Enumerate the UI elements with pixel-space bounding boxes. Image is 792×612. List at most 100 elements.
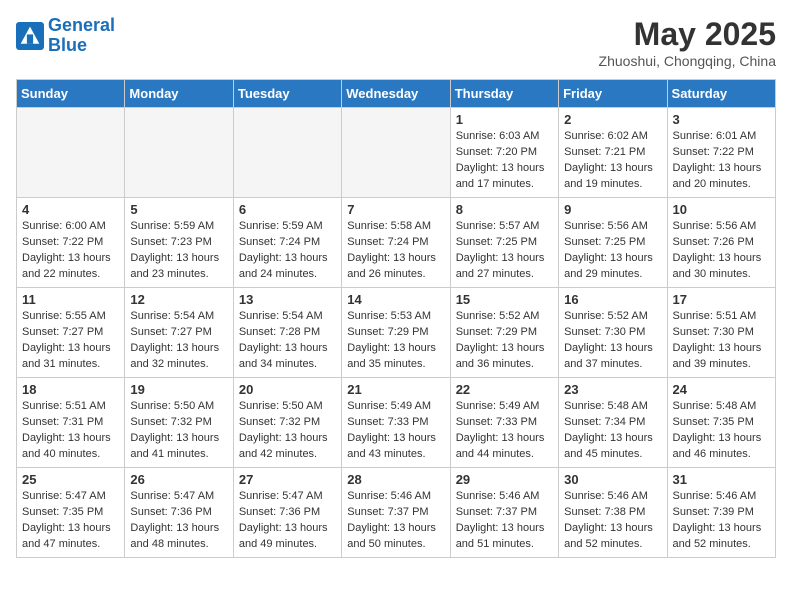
calendar-cell: 21 Sunrise: 5:49 AMSunset: 7:33 PMDayligh…: [342, 378, 450, 468]
day-info: Sunrise: 5:48 AMSunset: 7:35 PMDaylight:…: [673, 399, 770, 463]
logo-blue: Blue: [48, 36, 115, 56]
calendar-cell: 31Sunrise: 5:46 AMSunset: 7:39 PMDayligh…: [667, 468, 775, 558]
day-info: Sunrise: 5:52 AMSunset: 7:30 PMDaylight:…: [564, 309, 661, 373]
day-info: Sunrise: 5:53 AMSunset: 7:29 PMDaylight:…: [347, 309, 444, 373]
day-number: 10: [673, 202, 770, 217]
calendar-cell: [233, 108, 341, 198]
day-number: 20: [239, 382, 336, 397]
month-title: May 2025: [599, 16, 776, 53]
day-info: Sunrise: 5:51 AMSunset: 7:30 PMDaylight:…: [673, 309, 770, 373]
week-row-2: 4 Sunrise: 6:00 AMSunset: 7:22 PMDaylight…: [17, 198, 776, 288]
calendar-cell: 15Sunrise: 5:52 AMSunset: 7:29 PMDayligh…: [450, 288, 558, 378]
calendar-cell: 6 Sunrise: 5:59 AMSunset: 7:24 PMDaylight…: [233, 198, 341, 288]
day-number: 7: [347, 202, 444, 217]
location: Zhuoshui, Chongqing, China: [599, 53, 776, 69]
calendar-cell: 30 Sunrise: 5:46 AMSunset: 7:38 PMDayligh…: [559, 468, 667, 558]
day-info: Sunrise: 6:00 AMSunset: 7:22 PMDaylight:…: [22, 219, 119, 283]
day-number: 11: [22, 292, 119, 307]
day-number: 2: [564, 112, 661, 127]
calendar-cell: 11Sunrise: 5:55 AMSunset: 7:27 PMDayligh…: [17, 288, 125, 378]
day-info: Sunrise: 5:47 AMSunset: 7:35 PMDaylight:…: [22, 489, 119, 553]
calendar-cell: 18 Sunrise: 5:51 AMSunset: 7:31 PMDayligh…: [17, 378, 125, 468]
day-number: 4: [22, 202, 119, 217]
logo-icon: [16, 22, 44, 50]
day-info: Sunrise: 5:59 AMSunset: 7:24 PMDaylight:…: [239, 219, 336, 283]
day-info: Sunrise: 6:03 AMSunset: 7:20 PMDaylight:…: [456, 129, 553, 193]
calendar-cell: 28Sunrise: 5:46 AMSunset: 7:37 PMDayligh…: [342, 468, 450, 558]
logo-text: General Blue: [48, 16, 115, 56]
calendar-cell: 29Sunrise: 5:46 AMSunset: 7:37 PMDayligh…: [450, 468, 558, 558]
calendar-table: SundayMondayTuesdayWednesdayThursdayFrid…: [16, 79, 776, 558]
calendar-cell: 27 Sunrise: 5:47 AMSunset: 7:36 PMDayligh…: [233, 468, 341, 558]
week-row-1: 1Sunrise: 6:03 AMSunset: 7:20 PMDaylight…: [17, 108, 776, 198]
day-info: Sunrise: 5:47 AMSunset: 7:36 PMDaylight:…: [130, 489, 227, 553]
day-info: Sunrise: 6:02 AMSunset: 7:21 PMDaylight:…: [564, 129, 661, 193]
calendar-cell: 14 Sunrise: 5:53 AMSunset: 7:29 PMDayligh…: [342, 288, 450, 378]
logo: General Blue: [16, 16, 115, 56]
weekday-header-friday: Friday: [559, 80, 667, 108]
calendar-cell: 20 Sunrise: 5:50 AMSunset: 7:32 PMDayligh…: [233, 378, 341, 468]
day-info: Sunrise: 5:59 AMSunset: 7:23 PMDaylight:…: [130, 219, 227, 283]
calendar-cell: 19Sunrise: 5:50 AMSunset: 7:32 PMDayligh…: [125, 378, 233, 468]
day-info: Sunrise: 5:57 AMSunset: 7:25 PMDaylight:…: [456, 219, 553, 283]
weekday-header-monday: Monday: [125, 80, 233, 108]
day-number: 18: [22, 382, 119, 397]
day-number: 26: [130, 472, 227, 487]
calendar-cell: 24 Sunrise: 5:48 AMSunset: 7:35 PMDayligh…: [667, 378, 775, 468]
day-number: 24: [673, 382, 770, 397]
calendar-cell: 26 Sunrise: 5:47 AMSunset: 7:36 PMDayligh…: [125, 468, 233, 558]
weekday-header-saturday: Saturday: [667, 80, 775, 108]
day-info: Sunrise: 5:50 AMSunset: 7:32 PMDaylight:…: [130, 399, 227, 463]
day-number: 3: [673, 112, 770, 127]
day-number: 12: [130, 292, 227, 307]
day-info: Sunrise: 5:49 AMSunset: 7:33 PMDaylight:…: [456, 399, 553, 463]
calendar-cell: 3Sunrise: 6:01 AMSunset: 7:22 PMDaylight…: [667, 108, 775, 198]
day-number: 27: [239, 472, 336, 487]
day-number: 22: [456, 382, 553, 397]
calendar-cell: 4 Sunrise: 6:00 AMSunset: 7:22 PMDaylight…: [17, 198, 125, 288]
calendar-cell: 16 Sunrise: 5:52 AMSunset: 7:30 PMDayligh…: [559, 288, 667, 378]
day-info: Sunrise: 5:54 AMSunset: 7:27 PMDaylight:…: [130, 309, 227, 373]
day-number: 6: [239, 202, 336, 217]
day-info: Sunrise: 5:46 AMSunset: 7:37 PMDaylight:…: [456, 489, 553, 553]
day-number: 28: [347, 472, 444, 487]
day-number: 9: [564, 202, 661, 217]
day-number: 31: [673, 472, 770, 487]
day-number: 30: [564, 472, 661, 487]
day-number: 13: [239, 292, 336, 307]
calendar-cell: 17 Sunrise: 5:51 AMSunset: 7:30 PMDayligh…: [667, 288, 775, 378]
day-info: Sunrise: 5:56 AMSunset: 7:25 PMDaylight:…: [564, 219, 661, 283]
day-info: Sunrise: 5:54 AMSunset: 7:28 PMDaylight:…: [239, 309, 336, 373]
day-info: Sunrise: 5:48 AMSunset: 7:34 PMDaylight:…: [564, 399, 661, 463]
logo-general: General: [48, 15, 115, 35]
day-info: Sunrise: 5:51 AMSunset: 7:31 PMDaylight:…: [22, 399, 119, 463]
day-number: 23: [564, 382, 661, 397]
day-info: Sunrise: 5:46 AMSunset: 7:38 PMDaylight:…: [564, 489, 661, 553]
weekday-header-thursday: Thursday: [450, 80, 558, 108]
calendar-cell: 9 Sunrise: 5:56 AMSunset: 7:25 PMDaylight…: [559, 198, 667, 288]
calendar-cell: 7 Sunrise: 5:58 AMSunset: 7:24 PMDaylight…: [342, 198, 450, 288]
calendar-cell: 12 Sunrise: 5:54 AMSunset: 7:27 PMDayligh…: [125, 288, 233, 378]
day-number: 16: [564, 292, 661, 307]
calendar-cell: [342, 108, 450, 198]
calendar-cell: 13 Sunrise: 5:54 AMSunset: 7:28 PMDayligh…: [233, 288, 341, 378]
calendar-cell: 8Sunrise: 5:57 AMSunset: 7:25 PMDaylight…: [450, 198, 558, 288]
week-row-3: 11Sunrise: 5:55 AMSunset: 7:27 PMDayligh…: [17, 288, 776, 378]
day-info: Sunrise: 5:56 AMSunset: 7:26 PMDaylight:…: [673, 219, 770, 283]
day-number: 17: [673, 292, 770, 307]
day-info: Sunrise: 5:49 AMSunset: 7:33 PMDaylight:…: [347, 399, 444, 463]
calendar-cell: 1Sunrise: 6:03 AMSunset: 7:20 PMDaylight…: [450, 108, 558, 198]
day-number: 14: [347, 292, 444, 307]
day-info: Sunrise: 5:47 AMSunset: 7:36 PMDaylight:…: [239, 489, 336, 553]
weekday-header-sunday: Sunday: [17, 80, 125, 108]
day-number: 25: [22, 472, 119, 487]
day-number: 21: [347, 382, 444, 397]
calendar-cell: 5Sunrise: 5:59 AMSunset: 7:23 PMDaylight…: [125, 198, 233, 288]
weekday-header-wednesday: Wednesday: [342, 80, 450, 108]
day-number: 15: [456, 292, 553, 307]
week-row-4: 18 Sunrise: 5:51 AMSunset: 7:31 PMDayligh…: [17, 378, 776, 468]
week-row-5: 25 Sunrise: 5:47 AMSunset: 7:35 PMDayligh…: [17, 468, 776, 558]
page-header: General Blue May 2025 Zhuoshui, Chongqin…: [16, 16, 776, 69]
day-info: Sunrise: 5:50 AMSunset: 7:32 PMDaylight:…: [239, 399, 336, 463]
day-info: Sunrise: 5:58 AMSunset: 7:24 PMDaylight:…: [347, 219, 444, 283]
